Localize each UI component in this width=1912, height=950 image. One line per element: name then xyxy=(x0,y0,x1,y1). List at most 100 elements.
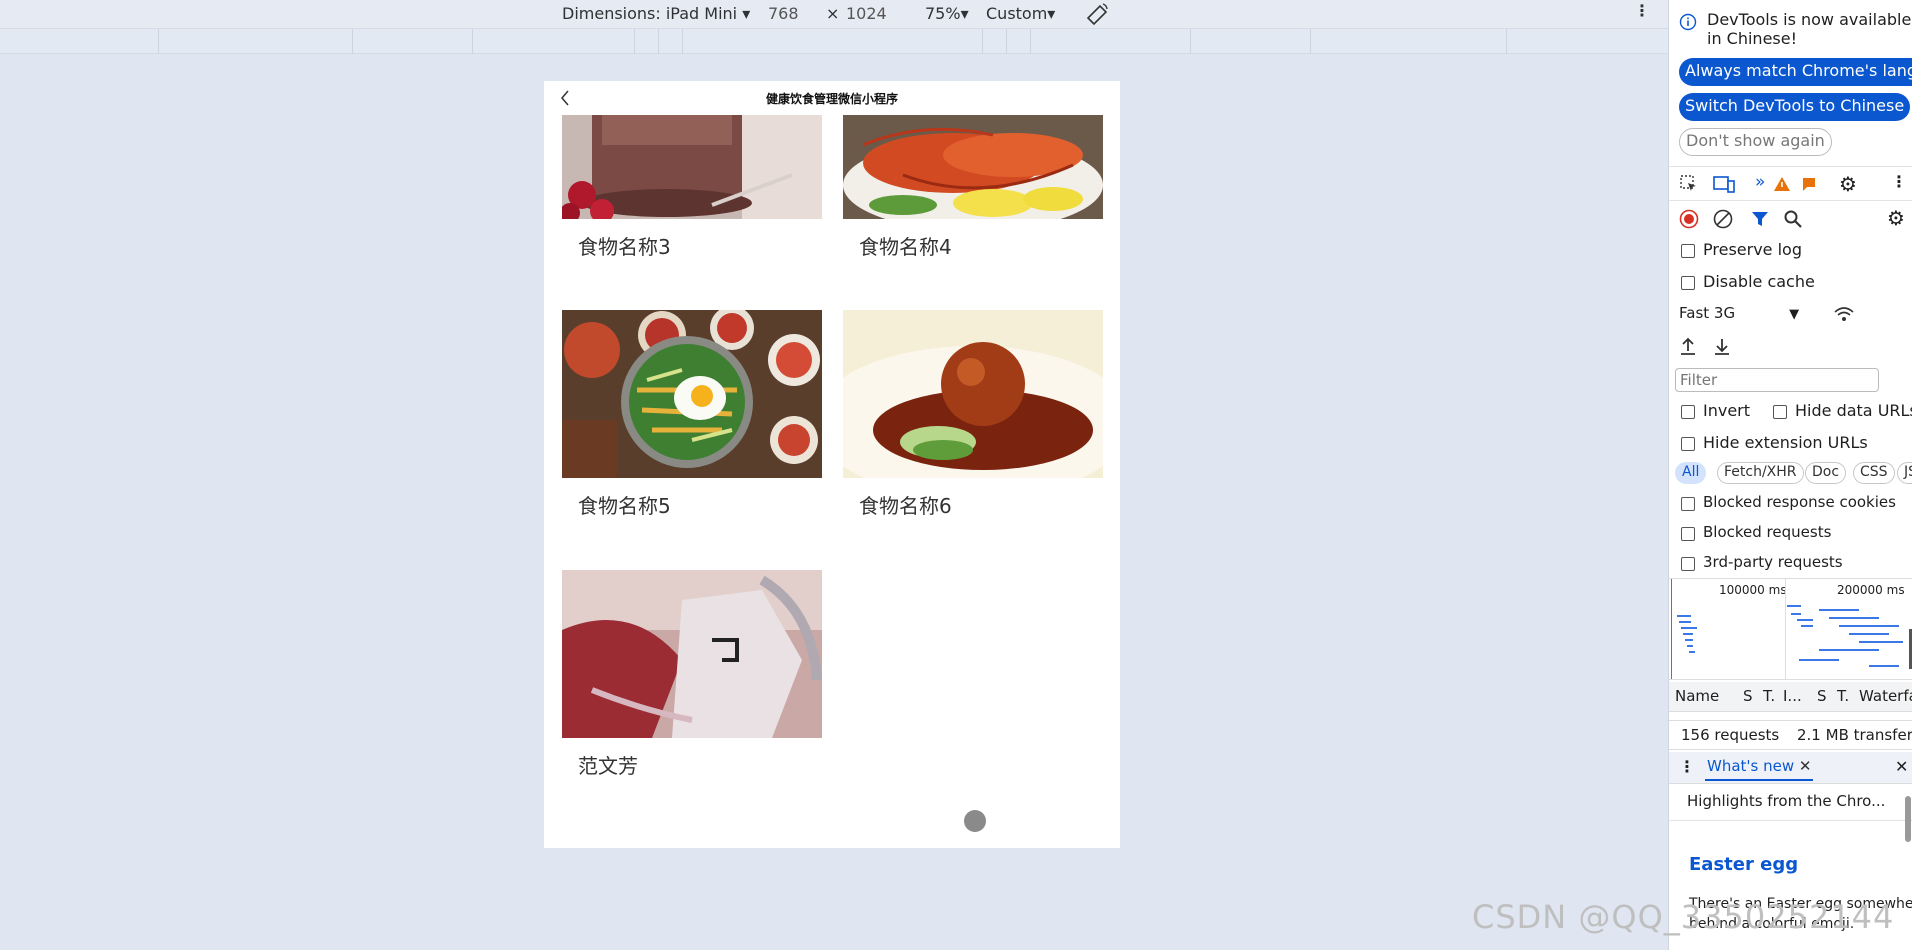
blocked-cookies-checkbox[interactable] xyxy=(1681,497,1695,511)
page-title: 健康饮食管理微信小程序 xyxy=(765,92,898,106)
device-viewport: 健康饮食管理微信小程序 食物名称3 食物名称4 食物名称5 食物名称6 范文芳 xyxy=(544,81,1120,848)
times-sign: × xyxy=(826,4,840,23)
column-waterfall[interactable]: Waterfall xyxy=(1859,687,1912,705)
column-size[interactable]: S xyxy=(1817,687,1827,705)
transferred-size: 2.1 MB transferred xyxy=(1797,726,1912,744)
type-filter-fetch-xhr[interactable]: Fetch/XHR xyxy=(1717,462,1804,484)
width-input[interactable]: 768 xyxy=(768,4,799,23)
switch-to-chinese-button[interactable]: Switch DevTools to Chinese xyxy=(1679,93,1911,121)
shrimp-platter-photo xyxy=(843,115,1103,219)
whats-new-label: What's new xyxy=(1707,757,1795,775)
hide-extension-urls-label: Hide extension URLs xyxy=(1703,433,1868,452)
type-filter-js[interactable]: JS xyxy=(1897,462,1912,484)
filter-icon[interactable] xyxy=(1750,209,1770,233)
caret-down-icon: ▾ xyxy=(742,4,751,23)
food-name-6[interactable]: 食物名称6 xyxy=(859,490,952,519)
food-name-5[interactable]: 食物名称5 xyxy=(578,490,671,519)
type-filter-doc[interactable]: Doc xyxy=(1805,462,1847,484)
column-initiator[interactable]: I... xyxy=(1783,687,1802,705)
zoom-select[interactable]: 75%▾ xyxy=(925,4,969,23)
devtools-menu-icon[interactable]: ⋮ xyxy=(1891,172,1907,191)
whats-new-tab[interactable]: What's new ✕ xyxy=(1705,757,1814,781)
height-input[interactable]: 1024 xyxy=(846,4,887,23)
always-match-language-button[interactable]: Always match Chrome's language xyxy=(1679,58,1912,86)
column-status[interactable]: S xyxy=(1743,687,1753,705)
close-tab-icon[interactable]: ✕ xyxy=(1799,757,1812,775)
touch-cursor-indicator xyxy=(964,810,986,832)
network-status-bar: 156 requests 2.1 MB transferred xyxy=(1669,720,1912,750)
disable-cache-checkbox[interactable] xyxy=(1681,276,1695,290)
food-name-4[interactable]: 食物名称4 xyxy=(859,231,952,260)
caret-down-icon: ▾ xyxy=(960,4,969,23)
anime-illustration-photo xyxy=(562,570,822,738)
warning-icon[interactable] xyxy=(1773,176,1791,196)
third-party-checkbox[interactable] xyxy=(1681,557,1695,571)
preserve-log-checkbox[interactable] xyxy=(1681,244,1695,258)
drawer-scrollbar[interactable] xyxy=(1905,796,1911,842)
network-overview[interactable]: 100000 ms 200000 ms xyxy=(1669,578,1912,680)
record-icon[interactable] xyxy=(1679,209,1699,233)
food-image-5[interactable] xyxy=(562,310,822,478)
food-image-7[interactable] xyxy=(562,570,822,738)
export-har-icon[interactable] xyxy=(1713,336,1731,360)
dont-show-again-button[interactable]: Don't show again xyxy=(1679,128,1832,156)
request-count: 156 requests xyxy=(1681,726,1780,744)
dimensions-select[interactable]: Dimensions: iPad Mini ▾ xyxy=(562,4,750,23)
blocked-requests-label: Blocked requests xyxy=(1703,523,1832,541)
rotate-icon[interactable] xyxy=(1085,2,1109,30)
invert-label: Invert xyxy=(1703,401,1751,420)
close-drawer-icon[interactable]: ✕ xyxy=(1895,757,1908,776)
filter-input[interactable] xyxy=(1675,368,1879,392)
chocolate-dessert-photo xyxy=(562,115,822,219)
network-settings-icon[interactable]: ⚙ xyxy=(1887,206,1905,230)
food-image-3[interactable] xyxy=(562,115,822,219)
column-name[interactable]: Name xyxy=(1675,687,1719,705)
network-conditions-icon[interactable] xyxy=(1833,304,1855,328)
drawer-menu-icon[interactable]: ⋮ xyxy=(1679,757,1695,776)
more-tabs-icon[interactable]: » xyxy=(1755,172,1765,192)
throttling-select[interactable]: Fast 3G ▼ xyxy=(1679,304,1799,322)
search-icon[interactable] xyxy=(1783,209,1803,233)
overview-bars xyxy=(1671,579,1912,679)
third-party-label: 3rd-party requests xyxy=(1703,553,1843,571)
column-type[interactable]: T. xyxy=(1763,687,1775,705)
food-name-7[interactable]: 范文芳 xyxy=(578,750,638,779)
preserve-log-label: Preserve log xyxy=(1703,240,1802,259)
settings-gear-icon[interactable]: ⚙ xyxy=(1839,172,1857,196)
dimensions-label: Dimensions: iPad Mini xyxy=(562,4,738,23)
caret-down-icon: ▼ xyxy=(1789,307,1800,322)
throttle-select[interactable]: Custom▾ xyxy=(986,4,1055,23)
throttle-label: Custom xyxy=(986,4,1048,23)
requests-table-header: Name S T. I... S T. Waterfall xyxy=(1669,682,1912,712)
disable-cache-label: Disable cache xyxy=(1703,272,1815,291)
type-filter-all[interactable]: All xyxy=(1675,462,1707,484)
throttling-label: Fast 3G xyxy=(1679,304,1736,322)
media-query-ruler[interactable] xyxy=(0,28,1668,54)
more-options-icon[interactable]: ⋮ xyxy=(1634,1,1650,20)
devtools-panel: DevTools is now available in Chinese! Al… xyxy=(1668,0,1912,950)
device-toggle-icon[interactable] xyxy=(1713,174,1735,198)
caret-down-icon: ▾ xyxy=(1047,4,1056,23)
language-notice: DevTools is now available in Chinese! xyxy=(1707,10,1912,48)
blocked-requests-checkbox[interactable] xyxy=(1681,527,1695,541)
drawer-tab-bar: ⋮ What's new ✕ ✕ xyxy=(1669,752,1912,784)
zoom-label: 75% xyxy=(925,4,961,23)
food-image-4[interactable] xyxy=(843,115,1103,219)
info-icon xyxy=(1679,13,1697,35)
hide-data-urls-label: Hide data URLs xyxy=(1795,401,1912,420)
food-image-6[interactable] xyxy=(843,310,1103,478)
csdn-watermark: CSDN @QQ_3350252144 xyxy=(1472,898,1895,936)
column-time[interactable]: T. xyxy=(1837,687,1849,705)
easter-egg-title[interactable]: Easter egg xyxy=(1689,854,1798,875)
import-har-icon[interactable] xyxy=(1679,336,1697,360)
invert-checkbox[interactable] xyxy=(1681,405,1695,419)
braised-meatball-photo xyxy=(843,310,1103,478)
clear-icon[interactable] xyxy=(1713,209,1733,233)
inspect-element-icon[interactable] xyxy=(1679,174,1699,198)
issues-icon[interactable] xyxy=(1801,176,1817,196)
food-name-3[interactable]: 食物名称3 xyxy=(578,231,671,260)
type-filter-css[interactable]: CSS xyxy=(1853,462,1895,484)
bibimbap-photo xyxy=(562,310,822,478)
hide-data-urls-checkbox[interactable] xyxy=(1773,405,1787,419)
hide-extension-urls-checkbox[interactable] xyxy=(1681,437,1695,451)
